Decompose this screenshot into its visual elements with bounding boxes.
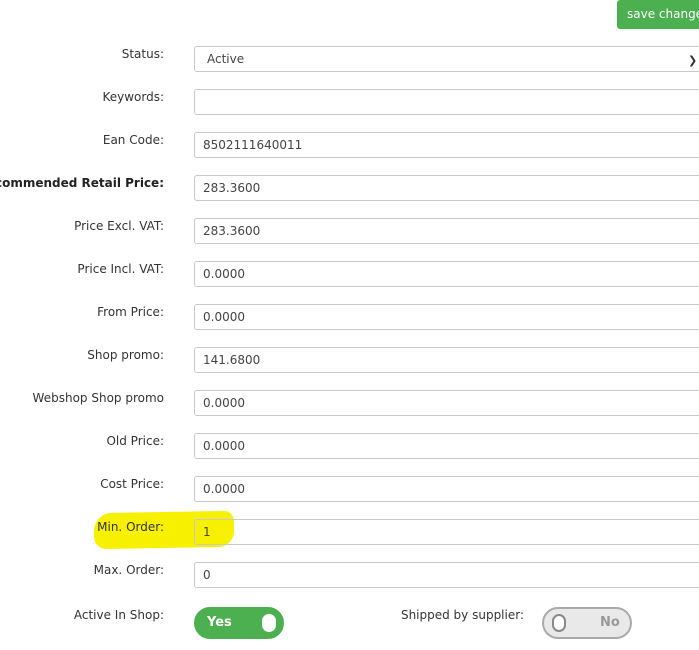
min-order-input[interactable]: 1 xyxy=(194,519,699,545)
status-label: Status: xyxy=(121,47,164,61)
old-price-input[interactable]: 0.0000 xyxy=(194,433,699,459)
from-price-row: From Price: 0.0000 xyxy=(0,304,699,332)
shop-promo-input[interactable]: 141.6800 xyxy=(194,347,699,373)
cost-price-row: Cost Price: 0.0000 xyxy=(0,476,699,504)
old-price-row: Old Price: 0.0000 xyxy=(0,433,699,461)
min-order-row: Min. Order: 1 xyxy=(0,519,699,547)
toggle-knob xyxy=(552,614,566,632)
price-excl-vat-label: Price Excl. VAT: xyxy=(74,219,164,233)
from-price-label: From Price: xyxy=(97,305,164,319)
max-order-row: Max. Order: 0 xyxy=(0,562,699,590)
keywords-input[interactable] xyxy=(194,89,699,115)
ean-code-row: Ean Code: 8502111640011 xyxy=(0,132,699,160)
save-changes-button[interactable]: save changes xyxy=(617,0,699,29)
status-row: Status: Active ❯ xyxy=(0,46,699,74)
price-excl-vat-row: Price Excl. VAT: 283.3600 xyxy=(0,218,699,246)
shop-promo-label: Shop promo: xyxy=(87,348,164,362)
max-order-label: Max. Order: xyxy=(93,563,164,577)
active-in-shop-label: Active In Shop: xyxy=(73,608,164,622)
recommended-retail-price-row: Recommended Retail Price: 283.3600 xyxy=(0,175,699,203)
price-incl-vat-input[interactable]: 0.0000 xyxy=(194,261,699,287)
active-in-shop-toggle[interactable]: Yes xyxy=(194,607,284,639)
toggle-state-text: No xyxy=(600,615,620,630)
webshop-shop-promo-input[interactable]: 0.0000 xyxy=(194,390,699,416)
toggle-knob xyxy=(262,614,276,632)
shipped-by-supplier-toggle[interactable]: No xyxy=(542,607,632,639)
cost-price-label: Cost Price: xyxy=(100,477,164,491)
shipped-by-supplier-label: Shipped by supplier: xyxy=(400,608,524,622)
from-price-input[interactable]: 0.0000 xyxy=(194,304,699,330)
shop-promo-row: Shop promo: 141.6800 xyxy=(0,347,699,375)
webshop-shop-promo-row: Webshop Shop promo 0.0000 xyxy=(0,390,699,418)
chevron-down-icon[interactable]: ❯ xyxy=(688,54,697,67)
keywords-row: Keywords: xyxy=(0,89,699,117)
webshop-shop-promo-label: Webshop Shop promo xyxy=(32,391,164,405)
price-incl-vat-row: Price Incl. VAT: 0.0000 xyxy=(0,261,699,289)
ean-code-label: Ean Code: xyxy=(102,133,164,147)
price-excl-vat-input[interactable]: 283.3600 xyxy=(194,218,699,244)
cost-price-input[interactable]: 0.0000 xyxy=(194,476,699,502)
recommended-retail-price-input[interactable]: 283.3600 xyxy=(194,175,699,201)
ean-code-input[interactable]: 8502111640011 xyxy=(194,132,699,158)
price-incl-vat-label: Price Incl. VAT: xyxy=(77,262,164,276)
old-price-label: Old Price: xyxy=(106,434,164,448)
max-order-input[interactable]: 0 xyxy=(194,562,699,588)
status-select[interactable]: Active xyxy=(194,46,699,72)
recommended-retail-price-label: Recommended Retail Price: xyxy=(0,176,164,190)
min-order-label: Min. Order: xyxy=(97,520,164,534)
toggle-state-text: Yes xyxy=(207,615,232,630)
keywords-label: Keywords: xyxy=(102,90,164,104)
